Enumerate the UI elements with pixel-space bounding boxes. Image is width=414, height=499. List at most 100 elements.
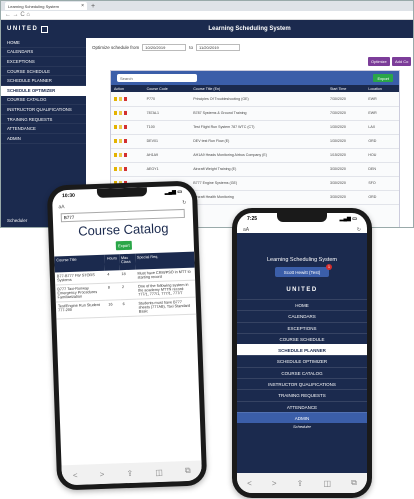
delete-icon[interactable] <box>124 96 127 101</box>
table-row: 787AL1 B787 Systems & Ground Training 7/30… <box>111 106 399 121</box>
mobile-nav-calendars[interactable]: CALENDARS <box>237 310 367 321</box>
sidebar-item-attendance[interactable]: ATTENDANCE <box>1 124 86 134</box>
delete-icon[interactable] <box>124 139 127 143</box>
phone1-screen: 10:30 ▂▄▆ ▭ aA ↻ B777 Course Catalog Exp… <box>51 185 203 486</box>
delete-icon[interactable] <box>124 125 127 129</box>
table-cell: Principles Of Troubleshooting (GE) <box>190 92 327 107</box>
tabs-icon[interactable]: ⧉ <box>185 466 191 476</box>
mobile-nav-instructor-qualifications[interactable]: INSTRUCTOR QUALIFICATIONS <box>237 378 367 389</box>
sidebar-item-course-catalog[interactable]: COURSE CATALOG <box>1 96 86 106</box>
sidebar-item-training-requests[interactable]: TRAINING REQUESTS <box>1 115 86 125</box>
edit-icon[interactable] <box>114 167 117 171</box>
sidebar-item-exceptions[interactable]: EXCEPTIONS <box>1 57 86 67</box>
delete-icon[interactable] <box>124 111 127 115</box>
copy-icon[interactable] <box>119 111 122 115</box>
table-cell: DEV test Run Flow (E) <box>190 134 327 149</box>
phone-course-catalog: 10:30 ▂▄▆ ▭ aA ↻ B777 Course Catalog Exp… <box>46 180 208 491</box>
edit-icon[interactable] <box>114 111 117 115</box>
text-size-icon[interactable]: aA <box>243 227 249 233</box>
mobile-nav-schedule-optimizer[interactable]: SCHEDULE OPTIMIZER <box>237 355 367 366</box>
edit-icon[interactable] <box>114 139 117 143</box>
new-tab-icon[interactable]: + <box>91 3 95 10</box>
sidebar-item-schedule-optimizer[interactable]: SCHEDULE OPTIMIZER <box>1 85 86 96</box>
bookmarks-icon[interactable]: ◫ <box>155 467 163 476</box>
phone2-screen: 7:25 ▂▄▆ ▭ aA ↻ Learning Scheduling Syst… <box>237 213 367 493</box>
browser-nav-icons[interactable]: ← → C ⌂ <box>5 12 30 18</box>
share-icon[interactable]: ⇪ <box>126 468 133 477</box>
column-header: Start Time <box>326 85 366 92</box>
table-row: AEGY1 Aircraft Weight Training (E) 3/30/20… <box>111 162 399 177</box>
table-cell: 787AL1 <box>143 106 191 121</box>
mobile-nav-attendance[interactable]: ATTENDANCE <box>237 400 367 412</box>
edit-icon[interactable] <box>114 125 117 129</box>
table-row: AH1A9 AH1A9 Heads Monitoring Airbus Compa… <box>111 148 399 163</box>
sidebar-item-calendars[interactable]: CALENDARS <box>1 48 86 58</box>
copy-icon[interactable] <box>119 167 122 171</box>
globe-icon <box>41 25 49 33</box>
mobile-nav-training-requests[interactable]: TRAINING REQUESTS <box>237 389 367 400</box>
copy-icon[interactable] <box>119 96 122 101</box>
mobile-nav-course-schedule[interactable]: COURSE SCHEDULE <box>237 332 367 344</box>
delete-icon[interactable] <box>124 153 127 157</box>
mobile-menu: Learning Scheduling System Scott Hewitt … <box>237 233 367 473</box>
add-course-button[interactable]: Add Co <box>392 57 412 66</box>
copy-icon[interactable] <box>119 153 122 157</box>
mobile-nav-admin[interactable]: ADMIN <box>237 411 367 424</box>
column-header: Action <box>111 85 144 92</box>
table-cell: 7/30/2020 <box>326 92 366 107</box>
sidebar-item-admin[interactable]: ADMIN <box>1 134 86 144</box>
action-cell <box>111 120 144 135</box>
catalog-cell: 2 <box>119 282 137 300</box>
browser-address-bar[interactable]: ← → C ⌂ <box>1 11 413 20</box>
table-toolbar: Search Export <box>111 71 399 85</box>
action-cell <box>111 92 144 107</box>
brand-logo: UNITED <box>1 20 86 38</box>
mobile-nav-course-catalog[interactable]: COURSE CATALOG <box>237 366 367 378</box>
share-icon[interactable]: ⇪ <box>297 479 304 488</box>
sidebar-item-home[interactable]: HOME <box>1 38 86 48</box>
back-icon[interactable]: < <box>73 470 78 479</box>
tabs-icon[interactable]: ⧉ <box>351 478 357 488</box>
table-cell: Aircraft Weight Training (E) <box>190 162 327 177</box>
table-row: P770 Principles Of Troubleshooting (GE) 7/… <box>111 92 399 107</box>
optimize-label: Optimize schedule from <box>92 45 140 50</box>
column-header: Course Title (En) <box>190 85 327 92</box>
back-icon[interactable]: < <box>247 479 252 488</box>
edit-icon[interactable] <box>114 153 117 157</box>
catalog-cell: One of the following system in the acade… <box>135 280 196 300</box>
optimize-button[interactable]: Optimize <box>368 57 390 66</box>
mobile-nav-exceptions[interactable]: EXCEPTIONS <box>237 321 367 333</box>
mobile-role-label: Scheduler <box>292 424 311 430</box>
browser-tab[interactable]: Learning Scheduling System × <box>5 2 87 10</box>
table-cell: AH1A9 Heads Monitoring Airbus Company (E… <box>190 148 327 163</box>
mobile-nav-home[interactable]: HOME <box>237 299 367 310</box>
text-size-icon[interactable]: aA <box>58 204 64 210</box>
forward-icon[interactable]: > <box>100 469 105 478</box>
from-date-input[interactable]: 10/20/2019 <box>142 44 187 51</box>
sidebar-item-course-schedule[interactable]: COURSE SCHEDULE <box>1 67 86 77</box>
copy-icon[interactable] <box>119 139 122 143</box>
reload-icon[interactable]: ↻ <box>182 199 186 205</box>
user-menu-button[interactable]: Scott Hewitt (Test) 1 <box>275 264 332 277</box>
sidebar-item-instructor-qualifications[interactable]: INSTRUCTOR QUALIFICATIONS <box>1 105 86 115</box>
bookmarks-icon[interactable]: ◫ <box>323 479 331 488</box>
forward-icon[interactable]: > <box>272 479 277 488</box>
mobile-nav-schedule-planner[interactable]: SCHEDULE PLANNER <box>237 344 367 356</box>
sidebar-item-schedule-planner[interactable]: SCHEDULE PLANNER <box>1 76 86 86</box>
search-input[interactable]: Search <box>117 74 197 82</box>
export-button[interactable]: Export <box>373 74 393 82</box>
phone2-notch <box>277 213 327 222</box>
to-date-input[interactable]: 11/20/2019 <box>196 44 241 51</box>
catalog-column-header: Max Class <box>118 253 136 271</box>
edit-icon[interactable] <box>114 96 117 101</box>
catalog-cell: Test/Engine Run Student 777-200 <box>55 300 107 319</box>
catalog-export-button[interactable]: Export <box>115 240 133 251</box>
delete-icon[interactable] <box>124 167 127 171</box>
table-row: T100 Test Flight Run System 787 WTC (CT) 1… <box>111 120 399 135</box>
catalog-row[interactable]: Test/Engine Run Student 777-200 16 6 Studen… <box>55 297 197 319</box>
close-tab-icon[interactable]: × <box>81 3 84 9</box>
copy-icon[interactable] <box>119 125 122 129</box>
phone2-browser-toolbar: < > ⇪ ◫ ⧉ <box>237 473 367 493</box>
tab-title: Learning Scheduling System <box>8 3 59 9</box>
reload-icon[interactable]: ↻ <box>357 227 361 233</box>
